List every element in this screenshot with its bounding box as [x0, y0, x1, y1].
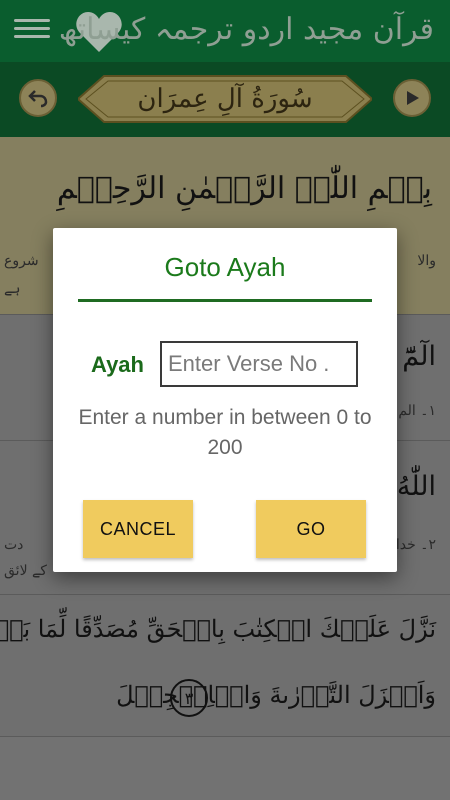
ayah-translation: ۱۔ الم — [398, 403, 436, 419]
app-title: قرآن مجید اردو ترجمہ کیساتھ — [58, 12, 434, 47]
bottom-bar — [0, 737, 450, 800]
goto-ayah-dialog: Goto Ayah Ayah Enter a number in between… — [53, 228, 397, 572]
ayah-translation-fragment: کے لائق — [4, 563, 47, 579]
bismillah-translation-fragment-3: ہے — [4, 281, 21, 297]
hamburger-menu-icon[interactable] — [14, 14, 50, 46]
app-bar: قرآن مجید اردو ترجمہ کیساتھ — [0, 0, 450, 62]
ayah-arabic-line: وَاَنۡزَلَ التَّوۡرٰىةَ وَالۡاِنۡجِيۡلَ — [116, 681, 436, 709]
ayah-number-marker: ٣ — [170, 679, 208, 717]
dialog-title: Goto Ayah — [164, 252, 286, 282]
bismillah-translation-fragment-2: والا — [417, 253, 436, 269]
go-button[interactable]: GO — [256, 500, 366, 558]
ayah-field-label: Ayah — [91, 352, 144, 377]
bismillah-text: بِسۡمِ اللّٰہِ الرَّحۡمٰنِ الرَّحِیۡمِ — [56, 171, 432, 206]
surah-header-bar: سُورَةُ آلِ عِمرَان — [0, 62, 450, 137]
surah-name: سُورَةُ آلِ عِمرَان — [137, 84, 313, 114]
bismillah-translation-fragment: شروع — [4, 253, 39, 269]
verse-number-input[interactable] — [160, 341, 358, 387]
ayah-arabic-line: نَزَّلَ عَلَيۡكَ الۡكِتٰبَ بِالۡحَقِّ مُ… — [0, 615, 436, 643]
ayah-translation-fragment: دت — [4, 537, 24, 553]
dialog-divider — [78, 299, 372, 302]
ayah-card[interactable]: نَزَّلَ عَلَيۡكَ الۡكِتٰبَ بِالۡحَقِّ مُ… — [0, 595, 450, 737]
ayah-arabic: الٓمّٓ — [402, 341, 436, 372]
cancel-button[interactable]: CANCEL — [83, 500, 193, 558]
arrow-back-icon[interactable] — [19, 79, 57, 117]
range-hint: Enter a number in between 0 to 200 — [78, 406, 372, 459]
ayah-translation: ۲۔ خدا — [395, 537, 436, 553]
play-forward-icon[interactable] — [393, 79, 431, 117]
